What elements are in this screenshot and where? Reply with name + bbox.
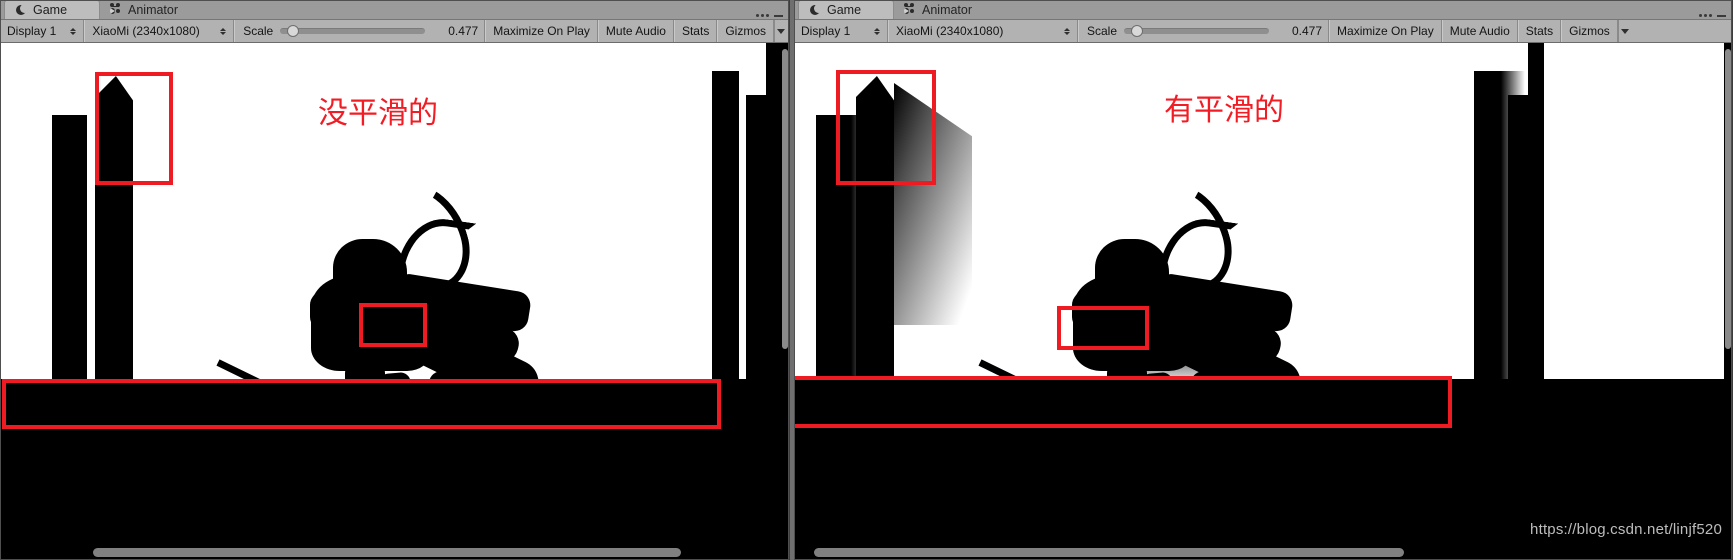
aspect-dropdown-right[interactable]: XiaoMi (2340x1080) — [888, 20, 1078, 42]
display-value: Display 1 — [801, 24, 851, 38]
maximize-on-play-button-right[interactable]: Maximize On Play — [1329, 20, 1442, 42]
game-panel-left: Game Animator Display 1 XiaoMi (2340x108… — [0, 0, 790, 560]
watermark-url: https://blog.csdn.net/linjf520 — [1530, 521, 1722, 538]
tab-label: Animator — [922, 2, 973, 17]
slider-track — [1124, 28, 1270, 34]
editor-window: Game Animator Display 1 XiaoMi (2340x108… — [0, 0, 1733, 560]
collapse-icon[interactable] — [1717, 14, 1726, 17]
chevron-down-icon — [1620, 28, 1629, 34]
stats-label: Stats — [1525, 24, 1554, 38]
scale-slider-group-right[interactable]: Scale 0.477 — [1078, 20, 1330, 42]
stats-button-left[interactable]: Stats — [673, 20, 718, 42]
mute-label: Mute Audio — [1449, 24, 1510, 38]
scale-slider-group-left[interactable]: Scale 0.477 — [234, 20, 486, 42]
horizontal-scrollbar-right[interactable] — [794, 548, 1732, 557]
scale-value: 0.477 — [1292, 24, 1323, 38]
slider-knob[interactable] — [287, 25, 300, 37]
tab-animator-left[interactable]: Animator — [100, 0, 194, 19]
horizontal-scrollbar-left[interactable] — [0, 548, 789, 557]
tab-label: Game — [33, 3, 68, 17]
gizmos-dropdown-left[interactable] — [774, 20, 789, 42]
slider-track — [280, 28, 426, 34]
scale-slider-right[interactable] — [1124, 24, 1270, 38]
highlight-box-character-left — [359, 303, 427, 347]
game-panel-right: Game Animator Display 1 XiaoMi (2340x108… — [794, 0, 1733, 560]
aspect-value: XiaoMi (2340x1080) — [92, 24, 200, 38]
stats-label: Stats — [681, 24, 710, 38]
game-crescent-icon — [15, 3, 29, 17]
highlight-box-ground-left — [2, 379, 721, 429]
annotation-no-smoothing: 没平滑的 — [318, 96, 438, 131]
display-dropdown-right[interactable]: Display 1 — [794, 20, 888, 42]
tab-strip-right: Game Animator — [794, 0, 1732, 20]
maximize-on-play-button-left[interactable]: Maximize On Play — [485, 20, 598, 42]
scale-label: Scale — [1087, 24, 1118, 38]
animator-nodes-icon — [904, 3, 917, 16]
mute-audio-button-right[interactable]: Mute Audio — [1441, 20, 1518, 42]
game-toolbar-left: Display 1 XiaoMi (2340x1080) Scale 0.477… — [0, 20, 789, 43]
updown-arrows-icon — [1064, 27, 1070, 35]
maximize-label: Maximize On Play — [1337, 24, 1434, 38]
scale-slider-left[interactable] — [280, 24, 426, 38]
updown-arrows-icon — [220, 27, 227, 35]
annotation-with-smoothing: 有平滑的 — [1164, 93, 1284, 128]
slider-knob[interactable] — [1131, 25, 1144, 37]
vertical-scrollbar-right[interactable] — [1724, 43, 1732, 560]
scrollbar-thumb[interactable] — [782, 49, 788, 349]
game-crescent-icon — [809, 3, 823, 17]
tab-strip-controls-right — [1699, 14, 1732, 19]
tab-strip-controls-left — [756, 14, 789, 19]
highlight-box-pillar-right — [836, 70, 936, 185]
tab-strip-left: Game Animator — [0, 0, 789, 20]
aspect-dropdown-left[interactable]: XiaoMi (2340x1080) — [84, 20, 235, 42]
mute-audio-button-left[interactable]: Mute Audio — [597, 20, 674, 42]
tab-animator-right[interactable]: Animator — [894, 0, 988, 19]
tab-label: Animator — [128, 2, 179, 17]
updown-arrows-icon — [874, 27, 880, 35]
scale-label: Scale — [243, 24, 274, 38]
gizmos-button-right[interactable]: Gizmos — [1561, 20, 1618, 42]
scale-value: 0.477 — [448, 24, 479, 38]
highlight-box-pillar-left — [95, 72, 173, 185]
scrollbar-thumb[interactable] — [93, 548, 681, 557]
gizmos-dropdown-right[interactable] — [1617, 20, 1633, 42]
tab-game-right[interactable]: Game — [798, 0, 894, 19]
more-options-icon[interactable] — [756, 14, 769, 17]
tab-game-left[interactable]: Game — [4, 0, 100, 19]
updown-arrows-icon — [70, 27, 77, 35]
display-value: Display 1 — [7, 24, 57, 38]
chevron-down-icon — [777, 28, 785, 34]
scrollbar-thumb[interactable] — [814, 548, 1404, 557]
game-toolbar-right: Display 1 XiaoMi (2340x1080) Scale 0.477… — [794, 20, 1732, 43]
animator-nodes-icon — [110, 3, 123, 16]
highlight-box-ground-right — [794, 376, 1452, 428]
more-options-icon[interactable] — [1699, 14, 1712, 17]
gizmos-label: Gizmos — [725, 24, 766, 38]
stats-button-right[interactable]: Stats — [1517, 20, 1562, 42]
mute-label: Mute Audio — [605, 24, 666, 38]
highlight-box-character-right — [1057, 306, 1149, 350]
scrollbar-thumb[interactable] — [1725, 49, 1731, 349]
tab-label: Game — [827, 3, 862, 17]
display-dropdown-left[interactable]: Display 1 — [0, 20, 85, 42]
game-view-left[interactable]: 没平滑的 — [0, 43, 789, 560]
maximize-label: Maximize On Play — [493, 24, 590, 38]
vertical-scrollbar-left[interactable] — [781, 43, 789, 560]
gizmos-label: Gizmos — [1569, 24, 1610, 38]
aspect-value: XiaoMi (2340x1080) — [896, 24, 1004, 38]
game-view-right[interactable]: 有平滑的 https://blog.csdn.net/linjf520 — [794, 43, 1732, 560]
collapse-icon[interactable] — [774, 14, 783, 17]
gizmos-button-left[interactable]: Gizmos — [717, 20, 774, 42]
